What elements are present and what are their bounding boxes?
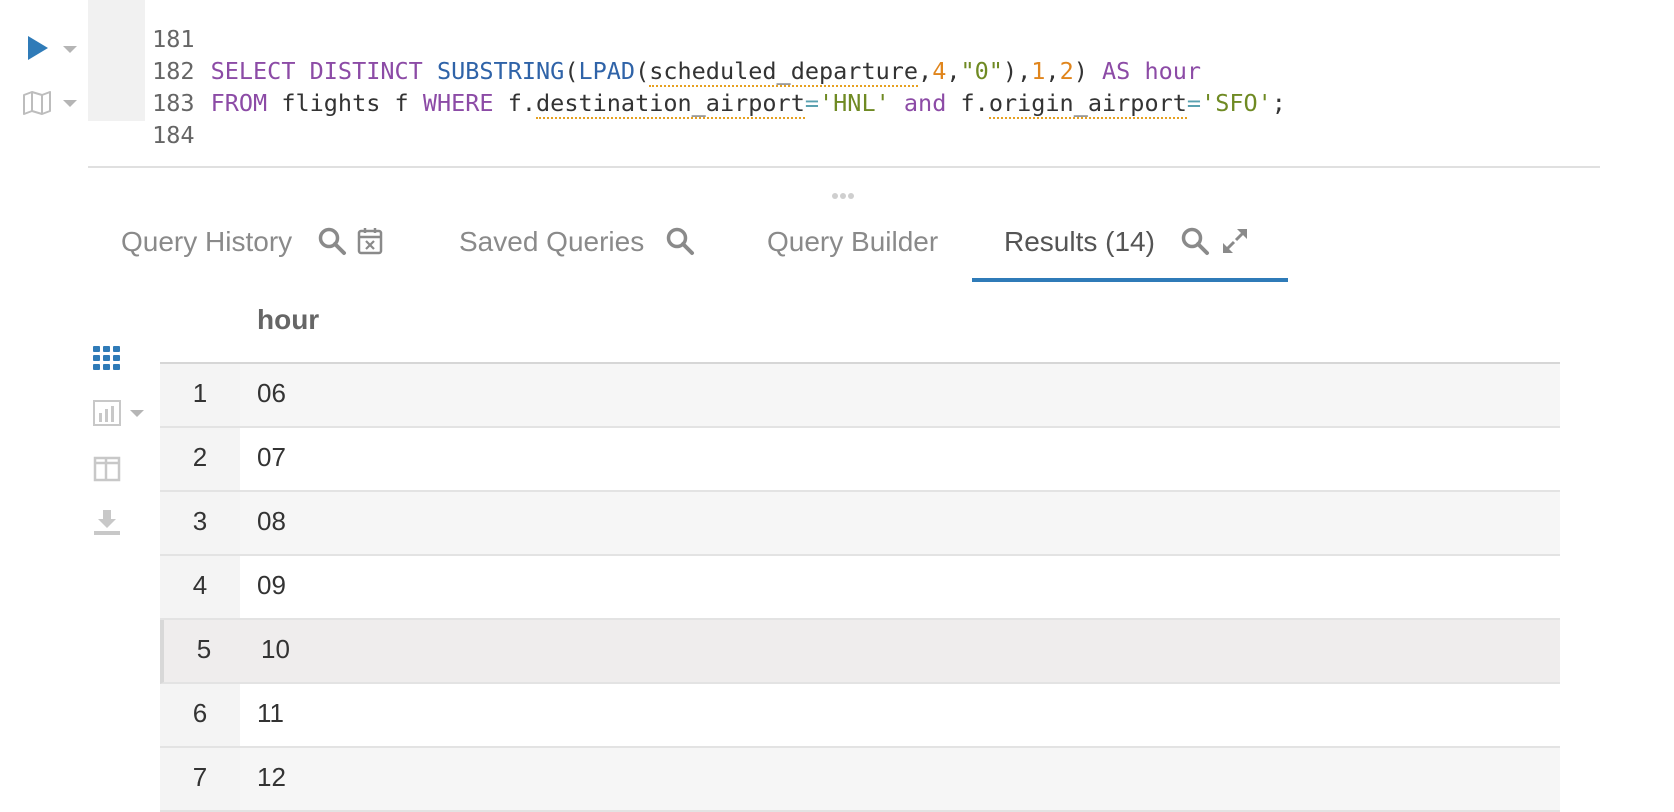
map-options-chevron-down-icon[interactable]	[63, 100, 77, 107]
sql-string: 'HNL'	[819, 89, 890, 117]
row-index: 4	[192, 570, 208, 600]
line-number: 184	[152, 121, 195, 149]
cell-hour: 07	[257, 442, 286, 472]
expand-icon[interactable]	[1220, 226, 1250, 256]
table-header: hour	[160, 290, 1560, 362]
result-tabs: Query History Saved Queries Query Builde…	[0, 210, 1674, 282]
bar-chart-icon[interactable]	[92, 398, 122, 428]
search-icon[interactable]	[665, 226, 695, 256]
row-index: 2	[192, 442, 208, 472]
sql-string: 'SFO'	[1201, 89, 1272, 117]
sql-alias-ref: f.	[493, 89, 537, 117]
table-row[interactable]: 7 12	[160, 748, 1560, 812]
sql-operator: =	[804, 89, 820, 117]
code-line[interactable]: 184	[88, 87, 211, 149]
grid-view-icon[interactable]	[92, 343, 122, 373]
sql-table: flights f	[267, 89, 423, 117]
column-header-hour[interactable]: hour	[257, 304, 319, 336]
sql-editor[interactable]: 181 182 SELECT DISTINCT SUBSTRING(LPAD(sc…	[0, 0, 1674, 150]
sql-column: origin_airport	[988, 89, 1187, 119]
row-index-cell: 6	[160, 684, 240, 746]
table-row[interactable]: 6 11	[160, 684, 1560, 748]
cell-hour: 09	[257, 570, 286, 600]
resize-handle[interactable]	[832, 184, 858, 199]
calendar-clear-icon[interactable]	[356, 226, 386, 256]
table-row[interactable]: 2 07	[160, 428, 1560, 492]
cell-hour: 10	[261, 634, 290, 664]
row-index-cell: 1	[160, 364, 240, 426]
column-layout-icon[interactable]	[92, 454, 122, 484]
sql-keyword: WHERE	[422, 89, 494, 117]
sql-punct: ;	[1271, 89, 1286, 117]
row-index-cell: 3	[160, 492, 240, 554]
tab-saved-queries[interactable]: Saved Queries	[459, 226, 644, 258]
row-index-cell: 2	[160, 428, 240, 490]
sql-operator: =	[1186, 89, 1202, 117]
cell-hour: 11	[257, 698, 284, 728]
play-icon[interactable]	[28, 36, 48, 60]
row-index: 7	[192, 762, 208, 792]
code-line[interactable]: 183 FROM flights f WHERE f.destination_ai…	[88, 55, 1286, 119]
row-index: 3	[192, 506, 208, 536]
tab-query-builder[interactable]: Query Builder	[767, 226, 938, 258]
sql-keyword: FROM	[210, 89, 268, 117]
editor-divider	[88, 166, 1600, 168]
row-index-cell: 7	[160, 748, 240, 810]
table-row[interactable]: 4 09	[160, 556, 1560, 620]
chart-options-chevron-down-icon[interactable]	[130, 410, 144, 417]
run-options-chevron-down-icon[interactable]	[63, 46, 77, 53]
code-line[interactable]: 182 SELECT DISTINCT SUBSTRING(LPAD(schedu…	[88, 23, 1201, 87]
cell-hour: 12	[257, 762, 286, 792]
cell-hour: 08	[257, 506, 286, 536]
sql-column: destination_airport	[536, 89, 805, 119]
tab-query-history[interactable]: Query History	[121, 226, 292, 258]
cell-hour: 06	[257, 378, 286, 408]
search-icon[interactable]	[317, 226, 347, 256]
table-row[interactable]: 5 10	[160, 620, 1560, 684]
table-row[interactable]: 1 06	[160, 364, 1560, 428]
row-index: 5	[196, 634, 212, 664]
tab-results[interactable]: Results (14)	[1004, 226, 1155, 258]
search-icon[interactable]	[1180, 226, 1210, 256]
row-index: 1	[192, 378, 208, 408]
row-index-cell: 4	[160, 556, 240, 618]
row-index: 6	[192, 698, 208, 728]
code-line[interactable]: 181	[88, 0, 211, 53]
sql-keyword: and	[889, 89, 947, 117]
download-icon[interactable]	[92, 508, 122, 538]
sql-alias-ref: f.	[946, 89, 989, 117]
row-index-cell: 5	[164, 620, 244, 682]
active-tab-indicator	[972, 278, 1288, 282]
table-row[interactable]: 3 08	[160, 492, 1560, 556]
map-icon[interactable]	[22, 91, 52, 115]
